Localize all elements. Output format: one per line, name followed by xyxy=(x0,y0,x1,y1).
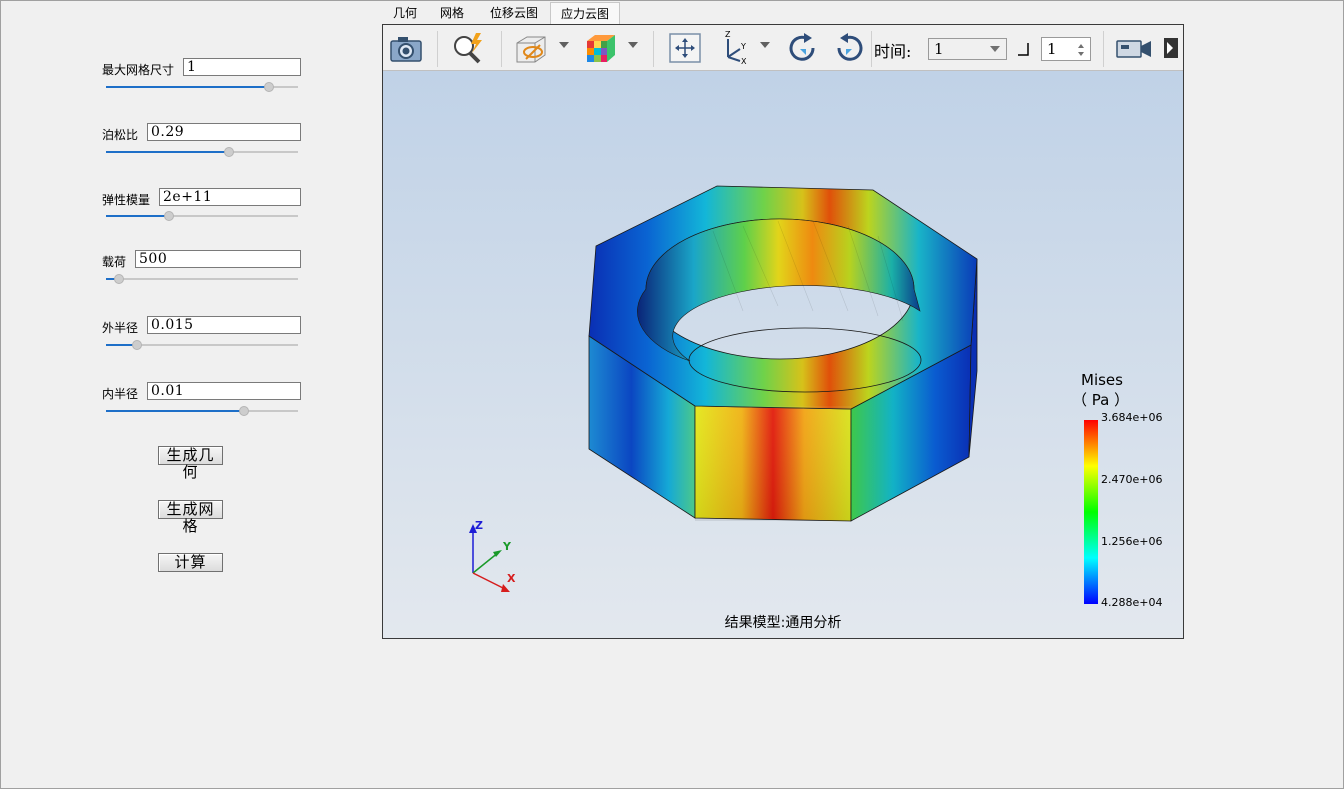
poisson-ratio-slider[interactable] xyxy=(106,146,298,158)
spin-down-icon[interactable] xyxy=(1078,52,1084,56)
3d-viewport[interactable]: Z Y X Mises （ Pa ） 3.684e+06 2.470e+06 1… xyxy=(383,71,1183,638)
slider-thumb[interactable] xyxy=(114,274,125,284)
legend-unit: （ Pa ） xyxy=(1072,391,1130,409)
inner-radius-label: 内半径 xyxy=(102,387,139,401)
elastic-modulus-slider[interactable] xyxy=(106,210,298,222)
elastic-modulus-label: 弹性模量 xyxy=(102,193,151,207)
load-label: 载荷 xyxy=(102,255,127,269)
step-value: 1 xyxy=(1047,40,1057,58)
svg-text:Y: Y xyxy=(740,42,746,51)
expand-icon[interactable] xyxy=(1162,31,1180,65)
slider-thumb[interactable] xyxy=(239,406,250,416)
svg-text:Z: Z xyxy=(725,31,731,39)
inner-radius-input[interactable]: 0.01 xyxy=(147,382,301,400)
legend-tick-max: 3.684e+06 xyxy=(1101,411,1163,424)
legend-color-bar xyxy=(1084,420,1098,604)
zoom-fit-icon[interactable] xyxy=(450,31,486,65)
tab-mesh[interactable]: 网格 xyxy=(432,2,472,24)
tab-displacement[interactable]: 位移云图 xyxy=(482,2,546,24)
inner-radius-slider[interactable] xyxy=(106,405,298,417)
pan-icon[interactable] xyxy=(667,31,703,65)
slider-thumb[interactable] xyxy=(164,211,175,221)
poisson-ratio-label: 泊松比 xyxy=(102,128,139,142)
result-viewer: Z Y X 时间: 1 1 Z Y X Mises （ Pa ） 3.684e+… xyxy=(382,24,1184,639)
max-mesh-size-label: 最大网格尺寸 xyxy=(102,63,175,77)
legend-title: Mises xyxy=(1081,371,1123,389)
display-mode-icon[interactable] xyxy=(513,31,549,65)
rotate-ccw-icon[interactable] xyxy=(832,31,868,65)
axis-x-label: X xyxy=(507,572,516,585)
slider-thumb[interactable] xyxy=(131,340,142,350)
time-combobox[interactable]: 1 xyxy=(928,38,1007,60)
compute-button[interactable]: 计算 xyxy=(158,553,223,572)
legend-tick-min: 4.288e+04 xyxy=(1101,596,1163,609)
axis-y-label: Y xyxy=(503,540,511,553)
slider-thumb[interactable] xyxy=(264,82,275,92)
axis-z-label: Z xyxy=(475,519,483,532)
color-cube-icon[interactable] xyxy=(582,31,618,65)
step-marker-icon xyxy=(1018,43,1029,56)
tab-geometry[interactable]: 几何 xyxy=(386,2,424,24)
slider-thumb[interactable] xyxy=(223,147,234,157)
outer-radius-slider[interactable] xyxy=(106,339,298,351)
axes-view-icon[interactable]: Z Y X xyxy=(716,31,752,65)
camera-icon[interactable] xyxy=(388,31,424,65)
load-input[interactable]: 500 xyxy=(135,250,301,268)
viewer-toolbar: Z Y X 时间: 1 1 xyxy=(383,25,1183,71)
video-camera-icon[interactable] xyxy=(1114,31,1154,65)
time-value: 1 xyxy=(934,40,944,58)
load-slider[interactable] xyxy=(106,273,298,285)
spin-up-icon[interactable] xyxy=(1078,44,1084,48)
outer-radius-label: 外半径 xyxy=(102,321,139,335)
legend-tick-2: 2.470e+06 xyxy=(1101,473,1163,486)
step-spinbox[interactable]: 1 xyxy=(1041,37,1091,61)
time-label: 时间: xyxy=(874,42,912,61)
legend-tick-3: 1.256e+06 xyxy=(1101,535,1163,548)
generate-mesh-button[interactable]: 生成网格 xyxy=(158,500,223,535)
tab-stress[interactable]: 应力云图 xyxy=(550,2,620,25)
max-mesh-size-input[interactable]: 1 xyxy=(183,58,301,76)
chevron-down-icon xyxy=(990,46,1000,52)
generate-geometry-button[interactable]: 生成几何 xyxy=(158,446,223,481)
svg-text:X: X xyxy=(741,57,747,65)
outer-radius-input[interactable]: 0.015 xyxy=(147,316,301,334)
max-mesh-size-slider[interactable] xyxy=(106,81,298,93)
elastic-modulus-input[interactable]: 2e+11 xyxy=(159,188,301,206)
rotate-cw-icon[interactable] xyxy=(784,31,820,65)
result-caption: 结果模型:通用分析 xyxy=(724,615,842,631)
poisson-ratio-input[interactable]: 0.29 xyxy=(147,123,301,141)
